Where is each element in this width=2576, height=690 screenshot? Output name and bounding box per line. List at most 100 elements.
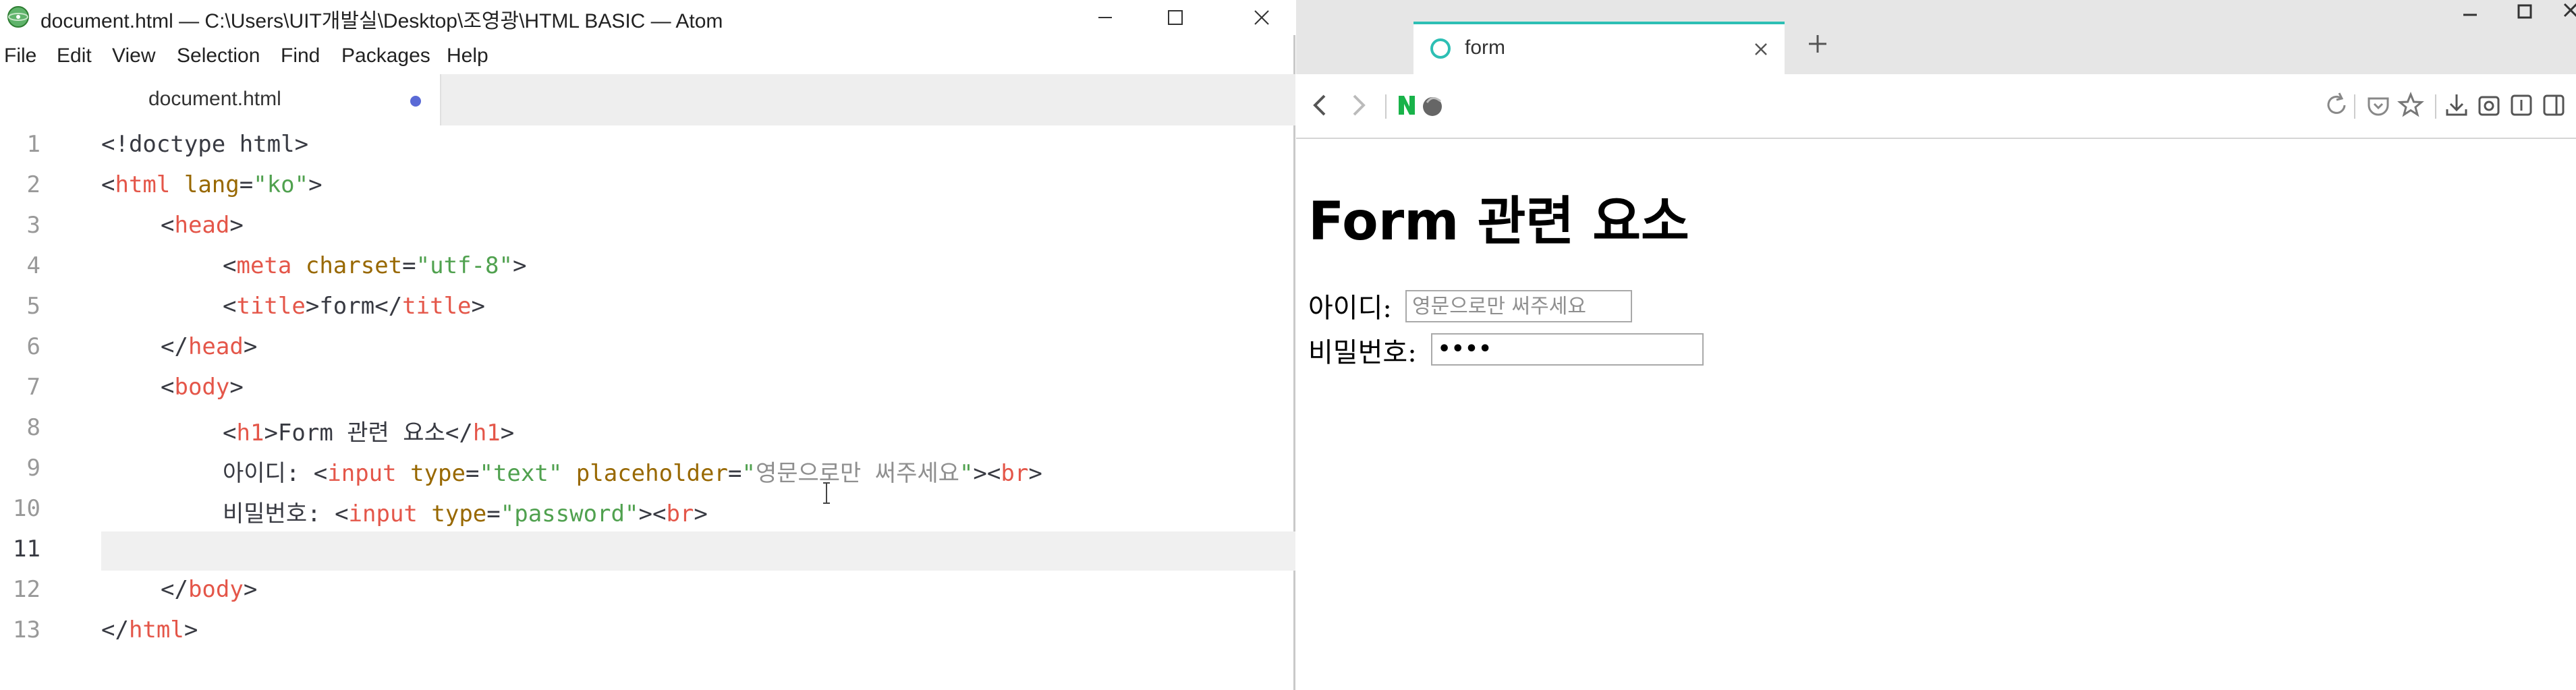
tab-close-icon[interactable] (1751, 39, 1771, 59)
editor-tab-label: document.html (148, 88, 281, 110)
browser-toolbar (1296, 74, 2576, 139)
modified-indicator-icon[interactable] (410, 96, 421, 107)
page-content: Form 관련 요소 아이디: 비밀번호: •••• (1296, 139, 2576, 690)
code-tag: title (236, 293, 306, 320)
reader-icon[interactable] (2505, 89, 2538, 121)
cursor-line-highlight (101, 531, 1295, 571)
whale-icon[interactable] (1418, 89, 1450, 121)
code-token: > (471, 293, 486, 320)
forward-icon[interactable] (1342, 89, 1374, 121)
line-number: 9 (26, 455, 40, 482)
id-label: 아이디: (1308, 293, 1392, 324)
code-token: > (184, 616, 198, 643)
code-attr: lang (184, 171, 240, 198)
code-token: > (512, 252, 527, 279)
code-token: > (638, 500, 652, 527)
browser-close-icon[interactable] (2538, 0, 2576, 27)
menu-file[interactable]: File (4, 45, 36, 67)
menu-selection[interactable]: Selection (177, 45, 260, 67)
code-token: </ (101, 616, 129, 643)
editor-tab[interactable]: document.html (0, 74, 441, 125)
toolbar-divider (2435, 94, 2436, 119)
code-string: "password" (500, 500, 639, 527)
reload-icon[interactable] (2320, 89, 2353, 121)
code-tag: html (128, 616, 184, 643)
code-tag: input (348, 500, 418, 527)
page-heading: Form 관련 요소 (1308, 192, 1689, 252)
code-token: < (223, 420, 237, 447)
capture-icon[interactable] (2473, 89, 2505, 121)
code-token: > (229, 374, 244, 401)
line-number: 2 (26, 171, 40, 198)
code-tag: head (188, 333, 244, 360)
code-tag: h1 (472, 420, 501, 447)
code-token: </ (445, 420, 473, 447)
menu-packages[interactable]: Packages (341, 45, 430, 67)
back-icon[interactable] (1304, 89, 1337, 121)
code-tag: head (174, 212, 230, 239)
password-input[interactable]: •••• (1431, 333, 1704, 366)
code-token: </ (374, 293, 403, 320)
code-token: = (466, 460, 480, 487)
line-number: 7 (26, 374, 40, 401)
code-token: > (1028, 460, 1042, 487)
code-attr: charset (305, 252, 403, 279)
download-icon[interactable] (2440, 89, 2473, 121)
code-token: > (243, 576, 258, 603)
code-token: </ (161, 576, 188, 603)
sidebar-icon[interactable] (2538, 89, 2570, 121)
code-tag: br (1001, 460, 1029, 487)
code-string: " (959, 460, 974, 487)
id-input[interactable] (1405, 290, 1632, 322)
code-line-8: <h1>Form 관련 요소</h1> (223, 414, 514, 447)
code-text: 비밀번호: (223, 500, 335, 527)
browser-window: form Form 관련 요소 아이디: 비밀번호: •••• (1296, 0, 2576, 690)
text-cursor-icon (823, 482, 830, 504)
password-label: 비밀번호: (1308, 337, 1417, 368)
code-token: = (239, 171, 254, 198)
line-number: 12 (13, 576, 40, 603)
code-token: > (264, 420, 278, 447)
line-number: 11 (13, 536, 40, 563)
browser-tab[interactable]: form (1413, 22, 1785, 74)
code-token: < (101, 171, 115, 198)
code-line-5: <title>form</title> (223, 293, 485, 320)
line-number: 10 (13, 495, 40, 522)
line-number: 1 (26, 131, 40, 158)
maximize-icon[interactable] (1143, 0, 1208, 35)
code-token: > (243, 333, 258, 360)
code-line-6: </head> (161, 333, 257, 360)
window-title: document.html — C:\Users\UIT개발실\Desktop\… (40, 10, 723, 32)
menu-edit[interactable]: Edit (57, 45, 92, 67)
bookmark-star-icon[interactable] (2395, 89, 2427, 121)
code-editor[interactable]: 1 2 3 4 5 6 7 8 9 10 11 12 13 <!doctype … (0, 125, 1295, 690)
code-string: "ko" (253, 171, 309, 198)
line-number: 13 (13, 616, 40, 643)
code-token: < (652, 500, 667, 527)
line-number: 8 (26, 414, 40, 441)
code-string: "utf-8" (416, 252, 513, 279)
code-line-10: 비밀번호: <input type="password"><br> (223, 495, 708, 528)
code-token: < (223, 293, 237, 320)
minimize-icon[interactable] (1073, 0, 1138, 35)
code-line-12: </body> (161, 576, 257, 603)
code-line-7: <body> (161, 374, 244, 401)
browser-tab-strip: form (1296, 0, 2576, 74)
code-tag: br (666, 500, 694, 527)
browser-tab-title: form (1465, 36, 1505, 59)
code-token: > (308, 171, 323, 198)
close-icon[interactable] (1229, 0, 1294, 35)
menu-view[interactable]: View (112, 45, 155, 67)
atom-titlebar: document.html — C:\Users\UIT개발실\Desktop\… (0, 0, 1295, 35)
code-token: < (161, 374, 175, 401)
pocket-icon[interactable] (2362, 89, 2395, 121)
code-string: 영문으로만 써주세요 (755, 460, 959, 487)
code-string: " (741, 460, 756, 487)
menu-find[interactable]: Find (281, 45, 320, 67)
menu-help[interactable]: Help (447, 45, 488, 67)
new-tab-icon[interactable] (1801, 27, 1835, 61)
code-string: "text" (479, 460, 563, 487)
